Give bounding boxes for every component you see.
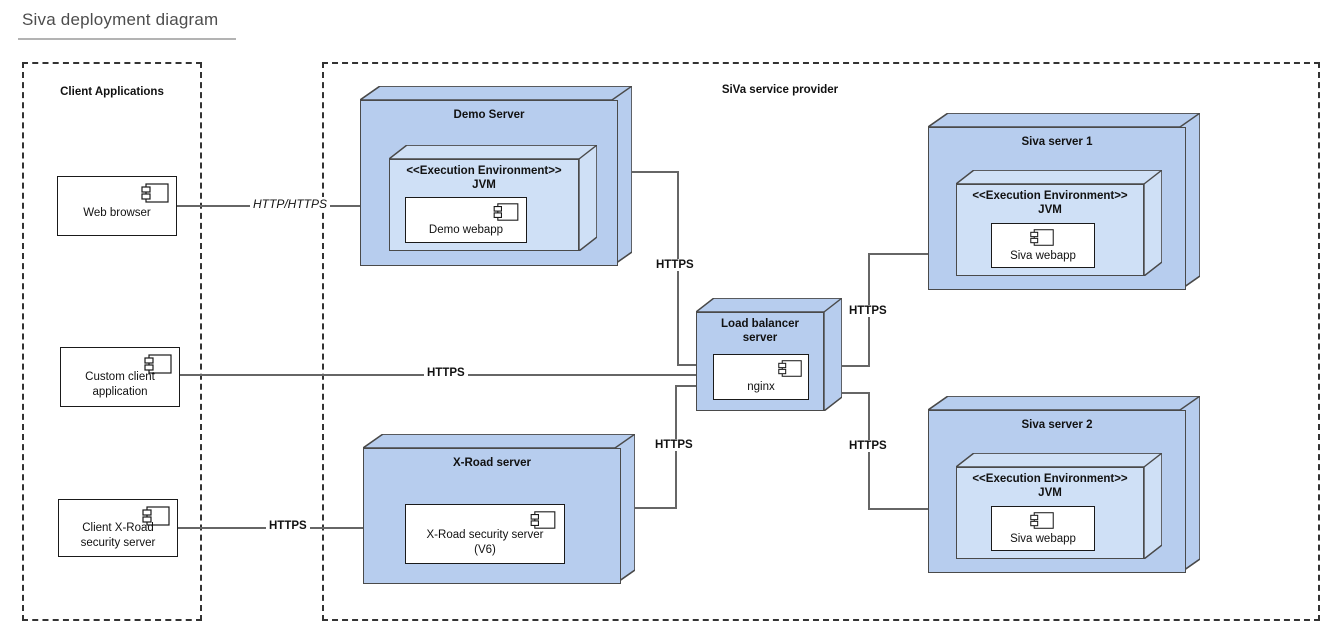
- edge-demo-to-nginx-label: HTTPS: [653, 259, 697, 271]
- siva-server-2-jvm-node[interactable]: <<Execution Environment>> JVM Siva webap…: [956, 453, 1162, 559]
- demo-server-jvm-stereotype: <<Execution Environment>>: [406, 165, 562, 177]
- nginx-label: nginx: [747, 381, 775, 393]
- component-icon: [530, 511, 556, 529]
- demo-server-label: Demo Server: [453, 109, 525, 121]
- component-icon: [493, 203, 519, 221]
- siva-server-2-node[interactable]: Siva server 2 <<Execution Environment>> …: [928, 396, 1200, 573]
- deployment-diagram-canvas: Siva deployment diagram Client Applicati…: [0, 0, 1343, 644]
- edge-custom-client-to-nginx-label: HTTPS: [424, 367, 468, 379]
- client-xroad-security-server-label-line2: security server: [80, 537, 156, 549]
- edge-xroad-server-to-nginx-label: HTTPS: [652, 439, 696, 451]
- custom-client-application-label-line1: Custom client: [85, 371, 155, 383]
- demo-webapp-component[interactable]: Demo webapp: [405, 197, 527, 243]
- demo-server-jvm-label: JVM: [472, 179, 496, 191]
- siva-service-provider-label: SiVa service provider: [721, 84, 839, 96]
- title-underline: [18, 38, 236, 40]
- xroad-server-label: X-Road server: [453, 457, 531, 469]
- siva-server-2-jvm-stereotype: <<Execution Environment>>: [972, 473, 1128, 485]
- web-browser-label: Web browser: [83, 207, 151, 219]
- client-xroad-security-server-component[interactable]: Client X-Road security server: [58, 499, 178, 557]
- siva-webapp-1-component[interactable]: Siva webapp: [991, 223, 1095, 268]
- edge-browser-to-demo-label: HTTP/HTTPS: [250, 197, 330, 211]
- edge-nginx-to-siva2-seg-h2: [868, 508, 932, 510]
- component-icon: [1030, 229, 1054, 246]
- demo-server-jvm-node[interactable]: <<Execution Environment>> JVM Demo webap…: [389, 145, 597, 251]
- load-balancer-server-label-line1: Load balancer: [721, 318, 799, 330]
- edge-nginx-to-siva1-label: HTTPS: [846, 305, 890, 317]
- nginx-component[interactable]: nginx: [713, 354, 809, 400]
- web-browser-component[interactable]: Web browser: [57, 176, 177, 236]
- custom-client-application-label-line2: application: [92, 386, 148, 398]
- siva-server-1-jvm-stereotype: <<Execution Environment>>: [972, 190, 1128, 202]
- xroad-security-server-label-line2: (V6): [474, 544, 496, 556]
- edge-nginx-to-siva2-label: HTTPS: [846, 440, 890, 452]
- client-applications-label: Client Applications: [60, 86, 164, 98]
- siva-webapp-2-label: Siva webapp: [1010, 533, 1076, 545]
- xroad-server-node[interactable]: X-Road server X-Road security server (V6…: [363, 434, 635, 584]
- siva-webapp-1-label: Siva webapp: [1010, 250, 1076, 262]
- edge-xroad-client-to-xroad-server-label: HTTPS: [266, 520, 310, 532]
- load-balancer-server-node[interactable]: Load balancer server nginx: [696, 298, 842, 411]
- page-title: Siva deployment diagram: [22, 10, 219, 29]
- component-icon: [778, 360, 802, 377]
- siva-server-1-label: Siva server 1: [1021, 136, 1093, 148]
- siva-server-1-jvm-node[interactable]: <<Execution Environment>> JVM Siva webap…: [956, 170, 1162, 276]
- edge-nginx-to-siva1-seg-h2: [868, 253, 932, 255]
- client-xroad-security-server-label-line1: Client X-Road: [82, 522, 154, 534]
- load-balancer-server-label-line2: server: [742, 332, 778, 344]
- component-icon: [141, 183, 169, 203]
- siva-server-2-label: Siva server 2: [1021, 419, 1093, 431]
- siva-server-1-jvm-label: JVM: [1038, 204, 1062, 216]
- custom-client-application-component[interactable]: Custom client application: [60, 347, 180, 407]
- siva-server-2-jvm-label: JVM: [1038, 487, 1062, 499]
- demo-server-node[interactable]: Demo Server <<Execution Environment>> JV…: [360, 86, 632, 266]
- component-icon: [1030, 512, 1054, 529]
- xroad-security-server-label-line1: X-Road security server: [426, 529, 544, 541]
- siva-webapp-2-component[interactable]: Siva webapp: [991, 506, 1095, 551]
- siva-server-1-node[interactable]: Siva server 1 <<Execution Environment>> …: [928, 113, 1200, 290]
- demo-webapp-label: Demo webapp: [428, 224, 504, 236]
- xroad-security-server-component[interactable]: X-Road security server (V6): [405, 504, 565, 564]
